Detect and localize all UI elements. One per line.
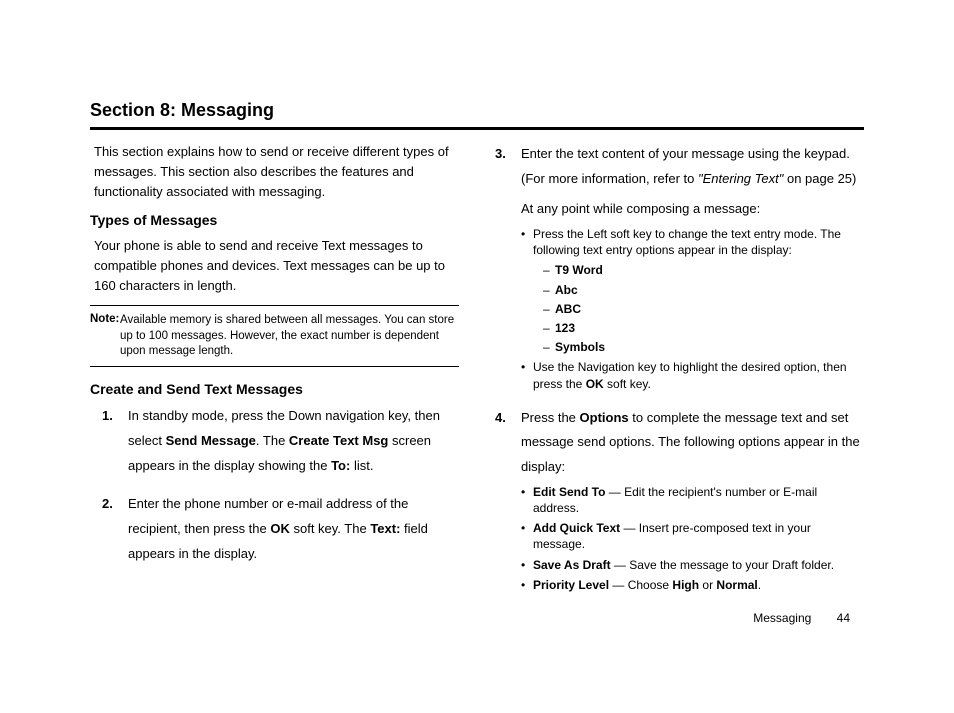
opt3-label: ABC	[555, 302, 581, 316]
step3-subtext: At any point while composing a message:	[521, 197, 864, 222]
steps-list: In standby mode, press the Down navigati…	[102, 404, 459, 566]
step2-bold2: Text:	[370, 521, 400, 536]
note-label: Note:	[90, 313, 119, 325]
step1-bold2: Create Text Msg	[289, 433, 388, 448]
step4-condensed-block: Edit Send To — Edit the recipient's numb…	[521, 484, 864, 593]
o3-bold: Save As Draft	[533, 558, 611, 572]
section-title: Section 8: Messaging	[90, 100, 864, 130]
step4-bold: Options	[580, 410, 629, 425]
right-column: Enter the text content of your message u…	[495, 142, 864, 607]
o4-bold-normal: Normal	[716, 578, 757, 592]
step2-text-c: soft key. The	[290, 521, 370, 536]
steps-list-cont: Enter the text content of your message u…	[495, 142, 864, 593]
step3-bullets: Press the Left soft key to change the te…	[521, 226, 864, 392]
sub-bullet-2: Use the Navigation key to highlight the …	[521, 359, 864, 391]
option-priority-level: Priority Level — Choose High or Normal.	[521, 577, 864, 593]
opt-symbols: Symbols	[543, 339, 864, 355]
opt-123: 123	[543, 320, 864, 336]
footer-page-number: 44	[837, 611, 850, 625]
o2-bold: Add Quick Text	[533, 521, 620, 535]
types-paragraph: Your phone is able to send and receive T…	[94, 236, 459, 296]
opt-t9: T9 Word	[543, 262, 864, 278]
o4-text-a: — Choose	[609, 578, 672, 592]
sub-bullet-1: Press the Left soft key to change the te…	[521, 226, 864, 355]
option-save-as-draft: Save As Draft — Save the message to your…	[521, 557, 864, 573]
subhead-create: Create and Send Text Messages	[90, 379, 459, 401]
step3-condensed-block: Press the Left soft key to change the te…	[521, 226, 864, 392]
step4-text-a: Press the	[521, 410, 580, 425]
note-box: Note: Available memory is shared between…	[90, 305, 459, 367]
step2-bold1: OK	[270, 521, 290, 536]
manual-page: Section 8: Messaging This section explai…	[0, 0, 954, 713]
step-3: Enter the text content of your message u…	[495, 142, 864, 392]
step-4: Press the Options to complete the messag…	[495, 406, 864, 593]
step1-bold3: To:	[331, 458, 350, 473]
sb2-text-a: Use the Navigation key to highlight the …	[533, 360, 847, 390]
opt2-label: Abc	[555, 283, 578, 297]
step3-text-b: on page 25)	[783, 171, 856, 186]
step1-text-c: . The	[256, 433, 289, 448]
o4-text-c: or	[699, 578, 716, 592]
content-columns: This section explains how to send or rec…	[90, 142, 864, 607]
text-mode-options: T9 Word Abc ABC 123 Symbols	[543, 262, 864, 355]
note-body: Available memory is shared between all m…	[120, 313, 459, 360]
opt1-label: T9 Word	[555, 263, 603, 277]
sb2-text-c: soft key.	[604, 377, 651, 391]
page-footer: Messaging 44	[753, 611, 850, 625]
step-2: Enter the phone number or e-mail address…	[102, 492, 459, 566]
option-add-quick-text: Add Quick Text — Insert pre-composed tex…	[521, 520, 864, 552]
opt-abc-upper: ABC	[543, 301, 864, 317]
opt5-label: Symbols	[555, 340, 605, 354]
o1-bold: Edit Send To	[533, 485, 605, 499]
footer-section: Messaging	[753, 611, 811, 625]
step-1: In standby mode, press the Down navigati…	[102, 404, 459, 478]
o4-bold-high: High	[672, 578, 699, 592]
o4-bold: Priority Level	[533, 578, 609, 592]
options-list: Edit Send To — Edit the recipient's numb…	[521, 484, 864, 593]
opt4-label: 123	[555, 321, 575, 335]
o3-text: — Save the message to your Draft folder.	[611, 558, 834, 572]
step1-bold1: Send Message	[166, 433, 256, 448]
sb2-bold: OK	[586, 377, 604, 391]
option-edit-send-to: Edit Send To — Edit the recipient's numb…	[521, 484, 864, 516]
step1-text-e: list.	[350, 458, 373, 473]
left-column: This section explains how to send or rec…	[90, 142, 459, 607]
intro-paragraph: This section explains how to send or rec…	[94, 142, 459, 202]
o4-text-d: .	[758, 578, 761, 592]
step3-italic: "Entering Text"	[698, 171, 783, 186]
subhead-types: Types of Messages	[90, 210, 459, 232]
opt-abc-mixed: Abc	[543, 282, 864, 298]
sb1-text: Press the Left soft key to change the te…	[533, 227, 841, 257]
